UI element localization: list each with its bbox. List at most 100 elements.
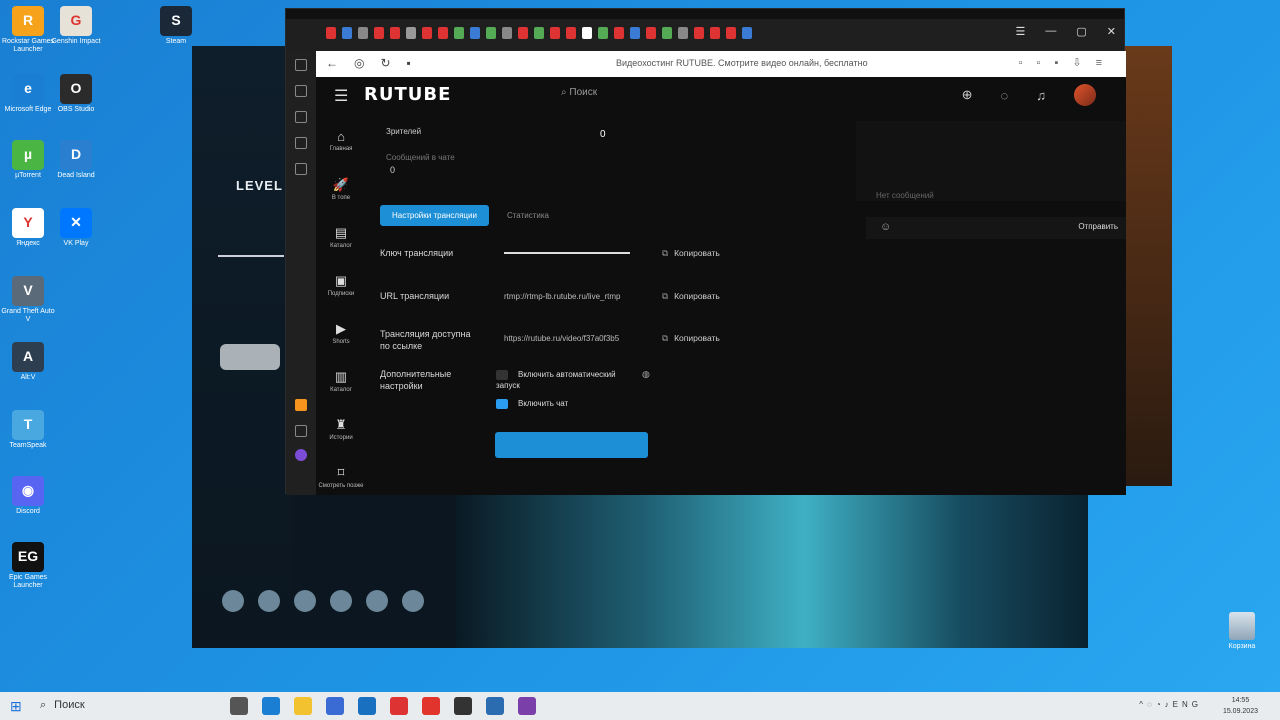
menu-icon[interactable]: ☰ [1016,25,1026,38]
tab-favicon[interactable] [342,27,352,39]
desktop-icon[interactable]: V Grand Theft Auto V [0,276,56,323]
chat-option[interactable]: Включить чат [496,399,568,410]
shield-icon[interactable]: ◎ [354,56,380,70]
side-panel-icon[interactable] [295,85,307,97]
tab-favicon[interactable] [694,27,704,39]
clock[interactable]: 14:55 15.09.2023 [1223,696,1258,717]
tab-favicon[interactable] [454,27,464,39]
stream-url-field[interactable]: rtmp://rtmp-lb.rutube.ru/live_rtmp [504,292,642,301]
rutube-logo[interactable]: RUTUBE [364,84,451,105]
app-icon[interactable] [518,697,536,715]
taskbar-search[interactable]: ⌕ Поиск [40,699,85,712]
tab-favicon[interactable] [422,27,432,39]
chat-send-button[interactable]: Отправить [1078,222,1118,231]
launcher-play-button[interactable] [220,344,280,370]
tab-favicon[interactable] [358,27,368,39]
desktop-icon[interactable]: D Dead Island [48,140,104,180]
dock-icon[interactable] [330,590,352,612]
tab-favicon[interactable] [678,27,688,39]
app-icon[interactable] [486,697,504,715]
task-view-icon[interactable] [230,697,248,715]
app-icon[interactable] [422,697,440,715]
download-icon[interactable]: ⇩ [1072,57,1095,69]
bookmark-icon[interactable]: ▪ [407,56,427,70]
save-button[interactable] [495,432,648,458]
sidebar-item[interactable]: ⌑ Смотреть позже [316,465,366,489]
sidebar-item[interactable]: ▤ Каталог [316,225,366,249]
tab-favicon[interactable] [326,27,336,39]
tab-favicon[interactable] [662,27,672,39]
explorer-icon[interactable] [294,697,312,715]
obs-icon[interactable] [454,697,472,715]
tab-favicon[interactable] [470,27,480,39]
bell-icon[interactable]: ♫ [1036,88,1046,103]
store-icon[interactable] [326,697,344,715]
emoji-icon[interactable]: ☺ [880,221,891,233]
tray-chevron-icon[interactable]: ^ [1139,700,1147,709]
tab-favicon[interactable] [486,27,496,39]
language-indicator[interactable]: ENG [1173,700,1202,709]
upload-icon[interactable]: ⊕ [962,87,973,103]
tab-favicon-active[interactable] [582,27,592,39]
dock-icon[interactable] [258,590,280,612]
copy-url-button[interactable]: ⧉ Копировать [662,291,720,302]
desktop-icon[interactable]: A Alt:V [0,342,56,382]
chat-toggle[interactable] [496,399,508,409]
extension-icon[interactable]: ▪ [1054,57,1072,69]
tab-favicon[interactable] [502,27,512,39]
recycle-bin[interactable]: Корзина [1222,612,1262,650]
side-panel-icon[interactable] [295,399,307,411]
windows-start-icon[interactable]: ⊞ [10,698,22,715]
reload-icon[interactable]: ↻ [380,56,406,70]
tab-favicon[interactable] [598,27,608,39]
desktop-icon[interactable]: ◉ Discord [0,476,56,516]
minimize-icon[interactable]: — [1045,25,1056,38]
desktop-icon[interactable]: O OBS Studio [48,74,104,114]
add-panel-icon[interactable] [295,425,307,437]
tray-icon[interactable]: ◌ [1147,700,1156,709]
tab-favicon[interactable] [710,27,720,39]
back-icon[interactable]: ← [326,56,354,70]
desktop-icon[interactable]: EG Epic Games Launcher [0,542,56,589]
tab-favicon[interactable] [742,27,752,39]
tab-favicon[interactable] [726,27,736,39]
chat-input[interactable]: ☺ Отправить [866,217,1126,239]
tab-favicon[interactable] [630,27,640,39]
autostart-toggle[interactable] [496,370,508,380]
yandex-browser-icon[interactable] [390,697,408,715]
sidebar-item[interactable]: 🚀 В топе [316,177,366,201]
sidebar-item[interactable]: ▥ Каталог [316,369,366,393]
mail-icon[interactable] [358,697,376,715]
tab-favicon[interactable] [374,27,384,39]
dock-icon[interactable] [402,590,424,612]
sidebar-item[interactable]: ▶ Shorts [316,321,366,345]
more-icon[interactable]: ≡ [1096,57,1116,69]
notifications-icon[interactable]: ◌ [1001,88,1009,103]
tab-favicon[interactable] [614,27,624,39]
sidebar-item[interactable]: ⌂ Главная [316,129,366,152]
wifi-icon[interactable]: ◔ [1156,700,1165,709]
tab-favicon[interactable] [550,27,560,39]
desktop-icon[interactable]: S Steam [148,6,204,46]
desktop-icon[interactable]: ✕ VK Play [48,208,104,248]
tab-favicon[interactable] [566,27,576,39]
edge-icon[interactable] [262,697,280,715]
tab-stream-settings[interactable]: Настройки трансляции [380,205,489,226]
sidebar-item[interactable]: ♜ Истории [316,417,366,441]
tab-favicon[interactable] [518,27,528,39]
tab-statistics[interactable]: Статистика [507,211,549,220]
help-icon[interactable]: ◍ [642,369,650,380]
tab-favicon[interactable] [646,27,656,39]
sidebar-item[interactable]: ▣ Подписки [316,273,366,297]
tab-favicon[interactable] [438,27,448,39]
desktop-icon[interactable]: G Genshin Impact [48,6,104,46]
lock-icon[interactable]: ▫ [1037,57,1055,69]
side-panel-icon[interactable] [295,111,307,123]
maximize-icon[interactable]: ▢ [1076,25,1086,38]
search-box[interactable]: ⌕ Поиск [561,87,597,98]
dock-icon[interactable] [222,590,244,612]
dock-icon[interactable] [366,590,388,612]
side-panel-icon[interactable] [295,449,307,461]
tab-favicon[interactable] [390,27,400,39]
desktop-icon[interactable]: T TeamSpeak [0,410,56,450]
